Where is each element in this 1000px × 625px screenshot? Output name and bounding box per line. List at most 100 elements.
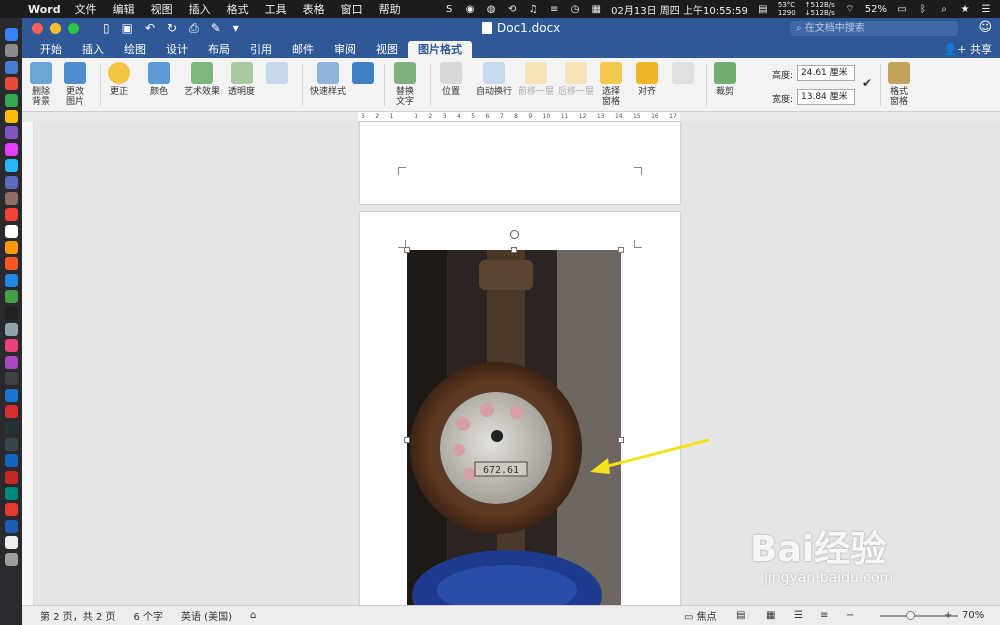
datetime[interactable]: 02月13日 周四 上午10:55:59 — [611, 2, 748, 17]
picture-border-button[interactable] — [352, 62, 374, 87]
calendar-icon[interactable]: ▦ — [590, 3, 602, 15]
minimize-window-button[interactable] — [50, 23, 61, 34]
app-icon-1[interactable] — [4, 77, 18, 91]
track-changes-icon[interactable]: ⌂ — [250, 610, 256, 621]
rotate-button[interactable] — [672, 62, 694, 87]
music-icon[interactable]: ♫ — [527, 3, 539, 15]
app-icon-12[interactable] — [4, 454, 18, 468]
resize-handle-top-right[interactable] — [618, 247, 624, 253]
tab-insert[interactable]: 插入 — [72, 41, 114, 58]
camera-icon[interactable] — [4, 306, 18, 320]
focus-mode-button[interactable]: ▭ 焦点 — [684, 608, 717, 623]
tab-review[interactable]: 审阅 — [324, 41, 366, 58]
refresh-icon[interactable]: ⟲ — [506, 3, 518, 15]
resize-handle-top[interactable] — [511, 247, 517, 253]
more-icon[interactable]: ▾ — [233, 21, 239, 36]
menu-format[interactable]: 格式 — [227, 1, 249, 17]
spotlight-icon[interactable]: ⌕ — [938, 3, 950, 15]
menu-table[interactable]: 表格 — [303, 1, 325, 17]
app-icon-3[interactable] — [4, 126, 18, 140]
tab-home[interactable]: 开始 — [30, 41, 72, 58]
app-icon-4[interactable] — [4, 142, 18, 156]
compress-button[interactable] — [266, 62, 288, 87]
s-app-icon[interactable]: S — [443, 3, 455, 15]
draft-icon[interactable]: ≡ — [820, 610, 828, 621]
quick-styles-button[interactable]: 快速样式 — [310, 62, 346, 97]
launchpad-icon[interactable] — [4, 44, 18, 58]
lock-aspect-checkbox[interactable]: ✔ — [862, 76, 872, 90]
zoom-out-icon[interactable]: − — [846, 610, 854, 621]
artistic-effects-button[interactable]: 艺术效果 — [184, 62, 220, 97]
app-icon-15[interactable] — [4, 503, 18, 517]
zoom-in-icon[interactable]: + — [944, 610, 952, 621]
selection-pane-button[interactable]: 选择 窗格 — [600, 62, 622, 107]
color-button[interactable]: 颜色 — [148, 62, 170, 97]
share-button[interactable]: 👤+ 共享 — [944, 41, 992, 57]
clock-icon[interactable]: ◷ — [569, 3, 581, 15]
downloads-icon[interactable] — [4, 536, 18, 550]
facetime-icon[interactable] — [4, 290, 18, 304]
remove-background-button[interactable]: 删除 背景 — [30, 62, 52, 107]
wifi-icon[interactable]: ⌔ — [844, 3, 856, 15]
menu-edit[interactable]: 编辑 — [113, 1, 135, 17]
send-backward-button[interactable]: 后移一层 — [558, 62, 594, 97]
water-meter-photo[interactable]: 672.61 — [407, 250, 621, 605]
save-icon[interactable]: ▣ — [122, 21, 133, 36]
close-window-button[interactable] — [32, 23, 43, 34]
transparency-button[interactable]: 透明度 — [228, 62, 255, 97]
safari-icon[interactable] — [4, 60, 18, 74]
print-icon[interactable]: ⎙ — [189, 21, 199, 36]
crop-button[interactable]: 裁剪 — [714, 62, 736, 97]
tab-design[interactable]: 设计 — [156, 41, 198, 58]
equalizer-icon[interactable]: ≡ — [548, 3, 560, 15]
print-layout-icon[interactable]: ▤ — [736, 610, 745, 621]
rotate-handle[interactable] — [510, 230, 519, 239]
zoom-window-button[interactable] — [68, 23, 79, 34]
customize-icon[interactable]: ✎ — [211, 21, 221, 36]
app-icon-7[interactable] — [4, 191, 18, 205]
sidebar-toggle-icon[interactable]: ▯ — [103, 21, 110, 36]
redo-icon[interactable]: ↻ — [167, 21, 177, 36]
battery-icon[interactable]: ▭ — [896, 3, 908, 15]
page-count[interactable]: 第 2 页，共 2 页 — [40, 608, 115, 623]
terminal-icon[interactable] — [4, 421, 18, 435]
music-app-icon[interactable] — [4, 339, 18, 353]
messages-icon[interactable] — [4, 273, 18, 287]
menu-view[interactable]: 视图 — [151, 1, 173, 17]
language-status[interactable]: 英语 (美国) — [181, 608, 232, 623]
menu-insert[interactable]: 插入 — [189, 1, 211, 17]
tab-view[interactable]: 视图 — [366, 41, 408, 58]
chrome-icon[interactable] — [4, 109, 18, 123]
app-store-icon[interactable] — [4, 388, 18, 402]
tab-picture-format[interactable]: 图片格式 — [408, 41, 472, 58]
app-icon-6[interactable] — [4, 175, 18, 189]
keyboard-icon[interactable]: ▤ — [757, 3, 769, 15]
zoom-level[interactable]: 70% — [962, 610, 984, 621]
control-center-icon[interactable]: ☰ — [980, 3, 992, 15]
trash-icon[interactable] — [4, 552, 18, 566]
calendar-app-icon[interactable] — [4, 208, 18, 222]
app-icon-11[interactable] — [4, 437, 18, 451]
podcasts-icon[interactable] — [4, 355, 18, 369]
corrections-button[interactable]: 更正 — [108, 62, 130, 97]
app-icon-13[interactable] — [4, 470, 18, 484]
document-canvas[interactable]: 672.61 Bai经验 jingyan.baidu.com — [34, 122, 1000, 605]
app-icon-10[interactable] — [4, 404, 18, 418]
menu-file[interactable]: 文件 — [75, 1, 97, 17]
horizontal-ruler[interactable]: 3 2 1 1 2 3 4 5 6 7 8 9 10 11 12 13 14 15 16 17 — [358, 112, 680, 122]
bluetooth-icon[interactable]: ᛒ — [917, 3, 929, 15]
wrap-text-button[interactable]: 自动换行 — [476, 62, 512, 97]
resize-handle-top-left[interactable] — [404, 247, 410, 253]
tab-mailings[interactable]: 邮件 — [282, 41, 324, 58]
finder-icon[interactable] — [4, 28, 18, 41]
wechat-icon[interactable]: ◍ — [485, 3, 497, 15]
align-button[interactable]: 对齐 — [636, 62, 658, 97]
change-picture-button[interactable]: 更改 图片 — [64, 62, 86, 107]
app-icon-2[interactable] — [4, 93, 18, 107]
document-search-input[interactable]: ⌕ 在文档中搜索 — [790, 21, 958, 36]
undo-icon[interactable]: ↶ — [145, 21, 155, 36]
web-layout-icon[interactable]: ▦ — [766, 610, 775, 621]
star-icon[interactable]: ★ — [959, 3, 971, 15]
position-button[interactable]: 位置 — [440, 62, 462, 97]
zoom-slider-knob[interactable] — [906, 611, 915, 620]
